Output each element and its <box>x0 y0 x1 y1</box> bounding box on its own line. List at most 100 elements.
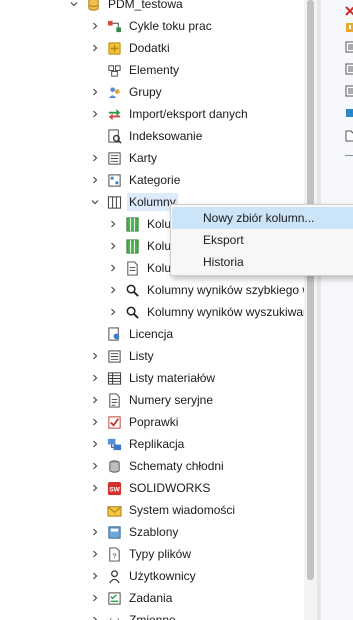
solidworks-icon: SW <box>106 480 122 496</box>
tree-scrollbar[interactable] <box>304 0 317 620</box>
chevron-right-icon[interactable] <box>89 587 101 609</box>
search-icon <box>124 282 140 298</box>
tree-item[interactable]: Poprawki <box>89 411 180 433</box>
tree-item-label: System wiadomości <box>129 503 236 517</box>
database-icon <box>85 0 101 12</box>
delete-icon <box>345 6 353 16</box>
scrollbar-thumb[interactable] <box>307 0 314 580</box>
tree-item[interactable]: Szablony <box>89 521 180 543</box>
tree-item-label: Zadania <box>129 591 173 605</box>
tree-item[interactable]: Numery seryjne <box>89 389 215 411</box>
tree-item[interactable]: (x) Zmienne <box>89 609 178 620</box>
tree-item[interactable]: Cykle toku prac <box>89 15 214 37</box>
tree-item-label: Typy plików <box>129 547 192 561</box>
chevron-down-icon[interactable] <box>89 191 101 213</box>
document-icon <box>345 130 353 142</box>
serial-numbers-icon <box>106 392 122 408</box>
message-system-icon <box>106 502 122 518</box>
chevron-right-icon[interactable] <box>107 301 119 323</box>
columns-icon <box>106 194 122 210</box>
tree-item-label: Elementy <box>129 63 180 77</box>
workflow-icon <box>106 18 122 34</box>
chevron-right-icon[interactable] <box>89 411 101 433</box>
tree-item[interactable]: Kolumny wyników szybkiego wyszukiwania <box>107 279 304 301</box>
tree-item[interactable]: Schematy chłodni <box>89 455 226 477</box>
chevron-right-icon[interactable] <box>89 389 101 411</box>
tree-item[interactable]: Użytkownicy <box>89 565 198 587</box>
chevron-right-icon[interactable] <box>89 565 101 587</box>
chevron-right-icon[interactable] <box>89 147 101 169</box>
chevron-right-icon[interactable] <box>89 169 101 191</box>
tree-item[interactable]: System wiadomości <box>89 499 237 521</box>
tree-item[interactable]: Import/eksport danych <box>89 103 250 125</box>
tree-item[interactable]: Zadania <box>89 587 174 609</box>
tree-item-label: Listy <box>129 349 154 363</box>
tree-item-label: Dodatki <box>129 41 170 55</box>
tree-item-label: Kolumny wyników szybkiego wyszukiwania <box>147 283 304 297</box>
chevron-right-icon[interactable] <box>89 367 101 389</box>
tree-item-label: Zmienne <box>129 613 176 620</box>
menu-item-label: Nowy zbiór kolumn... <box>203 211 315 225</box>
tree-item[interactable]: SW SOLIDWORKS <box>89 477 212 499</box>
chevron-down-icon[interactable] <box>68 0 80 15</box>
svg-text:?: ? <box>112 551 116 560</box>
tree-item[interactable]: Licencja <box>89 323 175 345</box>
tree-item-label: Replikacja <box>129 437 185 451</box>
tree-item-label: SOLIDWORKS <box>129 481 211 495</box>
tree-item-label: Schematy chłodni <box>129 459 224 473</box>
chevron-right-icon[interactable] <box>89 477 101 499</box>
chevron-right-icon[interactable] <box>89 81 101 103</box>
chevron-right-icon[interactable] <box>89 433 101 455</box>
tree-item[interactable]: ? Typy plików <box>89 543 193 565</box>
menu-item-new-column-set[interactable]: Nowy zbiór kolumn... <box>172 207 353 229</box>
tree-item[interactable]: Kolumny wyników wyszukiwania <box>107 301 304 323</box>
chevron-right-icon[interactable] <box>89 521 101 543</box>
chevron-right-icon[interactable] <box>89 455 101 477</box>
chevron-right-icon[interactable] <box>107 257 119 279</box>
chevron-right-icon[interactable] <box>89 15 101 37</box>
tree-item-label: Kategorie <box>129 173 181 187</box>
tree-item[interactable]: Replikacja <box>89 433 186 455</box>
groups-icon <box>106 84 122 100</box>
license-icon <box>106 326 122 342</box>
tree-item[interactable]: Dodatki <box>89 37 172 59</box>
menu-item-label: Historia <box>203 255 244 269</box>
tree-item[interactable]: Karty <box>89 147 159 169</box>
tree-item[interactable]: Kolumny <box>89 191 178 213</box>
column-set-icon <box>124 216 140 232</box>
chevron-right-icon[interactable] <box>89 345 101 367</box>
tree-item-label: Użytkownicy <box>129 569 196 583</box>
details-pane <box>321 0 353 620</box>
column-set-icon <box>124 238 140 254</box>
tree-root-label: PDM_testowa <box>108 0 183 11</box>
tree-item[interactable]: Kategorie <box>89 169 182 191</box>
tree-item[interactable]: Listy <box>89 345 156 367</box>
chevron-right-icon[interactable] <box>89 103 101 125</box>
chevron-right-icon[interactable] <box>107 279 119 301</box>
menu-item-export[interactable]: Eksport <box>172 229 353 251</box>
indexing-icon <box>106 128 122 144</box>
import-export-icon <box>106 106 122 122</box>
tree-item-label: Poprawki <box>129 415 179 429</box>
file-types-icon: ? <box>106 546 122 562</box>
tasks-icon <box>106 590 122 606</box>
tree-item[interactable]: Grupy <box>89 81 164 103</box>
cold-storage-icon <box>106 458 122 474</box>
search-icon <box>124 304 140 320</box>
tree-item[interactable]: Listy materiałów <box>89 367 217 389</box>
chevron-right-icon[interactable] <box>89 37 101 59</box>
menu-item-label: Eksport <box>203 233 244 247</box>
tree-item[interactable]: Elementy <box>89 59 181 81</box>
separator-line <box>345 155 353 156</box>
tree-item[interactable]: Indeksowanie <box>89 125 204 147</box>
vault-tree[interactable]: PDM_testowa Cykle toku prac Dodatki Elemen… <box>0 0 304 620</box>
menu-item-history[interactable]: Historia <box>172 251 353 273</box>
tree-root[interactable]: PDM_testowa <box>68 0 185 15</box>
chevron-right-icon[interactable] <box>89 609 101 620</box>
chevron-right-icon[interactable] <box>89 543 101 565</box>
chevron-right-icon[interactable] <box>107 213 119 235</box>
context-menu: Nowy zbiór kolumn... Eksport Historia <box>170 204 353 276</box>
chevron-right-icon[interactable] <box>107 235 119 257</box>
